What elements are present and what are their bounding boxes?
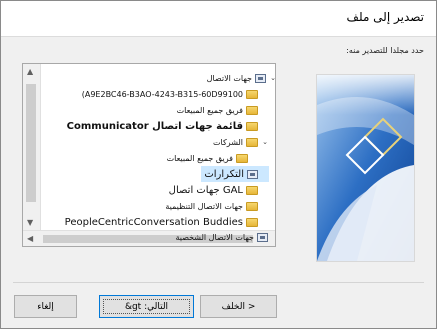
instruction-label: حدد مجلدا للتصدير منه: — [346, 46, 424, 55]
back-button[interactable]: < الخلف — [200, 295, 277, 318]
tree-item-label: التكرارات — [204, 168, 244, 180]
tree-item-label: فريق جميع المبيعات — [176, 105, 243, 115]
folder-tree[interactable]: ▲ ▼ ⌄ جهات الاتصال A9E2BC46-B3AO-4243-B3… — [22, 63, 276, 247]
folder-icon — [246, 89, 258, 99]
next-button[interactable]: التالي: gt& — [99, 295, 194, 318]
tree-item-communicator-contacts[interactable]: قائمة جهات اتصال Communicator — [67, 118, 269, 134]
folder-icon — [246, 121, 258, 131]
tree-item-label: قائمة جهات اتصال Communicator — [66, 120, 243, 132]
wizard-illustration — [316, 74, 415, 262]
contacts-folder-icon — [255, 73, 266, 83]
tree-item-label: الشركات — [213, 137, 243, 147]
tree-item-personal-contacts[interactable]: جهات الاتصال الشخصية — [175, 229, 268, 245]
cancel-button[interactable]: إلغاء — [14, 295, 77, 318]
tree-item-companies-all-sales-team[interactable]: فريق جميع المبيعات — [167, 150, 259, 166]
vertical-scroll-thumb[interactable] — [26, 84, 36, 202]
folder-icon — [246, 105, 258, 115]
collapse-chevron-icon[interactable]: ⌄ — [261, 138, 269, 146]
tree-item-label: جهات الاتصال الشخصية — [175, 232, 255, 242]
tree-item-label: جهات الاتصال التنظيمية — [165, 201, 243, 211]
tree-item-label: PeopleCentricConversation Buddies — [64, 216, 243, 228]
footer-divider — [13, 282, 424, 283]
tree-item-organizational-contacts[interactable]: جهات الاتصال التنظيمية — [165, 198, 269, 214]
tree-item-duplicates[interactable]: التكرارات — [201, 166, 269, 182]
tree-item-label: GAL جهات اتصال — [168, 184, 243, 196]
wizard-graphic — [317, 75, 414, 261]
folder-icon — [246, 137, 258, 147]
folder-icon — [246, 185, 258, 195]
contacts-folder-icon — [257, 232, 268, 242]
tree-item-all-sales-team[interactable]: فريق جميع المبيعات — [177, 102, 269, 118]
tree-item-label: فريق جميع المبيعات — [166, 153, 233, 163]
vertical-scrollbar[interactable]: ▲ ▼ — [23, 64, 41, 230]
dialog-title: تصدير إلى ملف — [346, 10, 424, 24]
focus-rectangle — [103, 299, 190, 314]
folder-icon — [246, 217, 258, 227]
contacts-folder-icon — [247, 169, 258, 179]
tree-item-guid-folder[interactable]: A9E2BC46-B3AO-4243-B315-60D99100) — [82, 86, 269, 102]
export-dialog: تصدير إلى ملف حدد مجلدا للتصدير منه: ▲ ▼… — [0, 0, 437, 329]
tree-item-label: جهات الاتصال — [206, 73, 252, 83]
tree-item-label: A9E2BC46-B3AO-4243-B315-60D99100) — [81, 89, 243, 99]
folder-icon — [246, 201, 258, 211]
dialog-header: تصدير إلى ملف — [1, 1, 436, 37]
tree-item-companies[interactable]: ⌄ الشركات — [213, 134, 269, 150]
collapse-chevron-icon[interactable]: ⌄ — [269, 74, 275, 82]
scroll-down-icon[interactable]: ▼ — [27, 218, 33, 227]
tree-item-contacts[interactable]: ⌄ جهات الاتصال — [206, 70, 275, 86]
tree-item-peoplecentric-buddies[interactable]: PeopleCentricConversation Buddies — [65, 214, 269, 230]
folder-icon — [236, 153, 248, 163]
scroll-left-icon[interactable]: ◀ — [27, 234, 33, 243]
tree-item-gal-contacts[interactable]: GAL جهات اتصال — [169, 182, 269, 198]
scroll-up-icon[interactable]: ▲ — [27, 67, 33, 76]
